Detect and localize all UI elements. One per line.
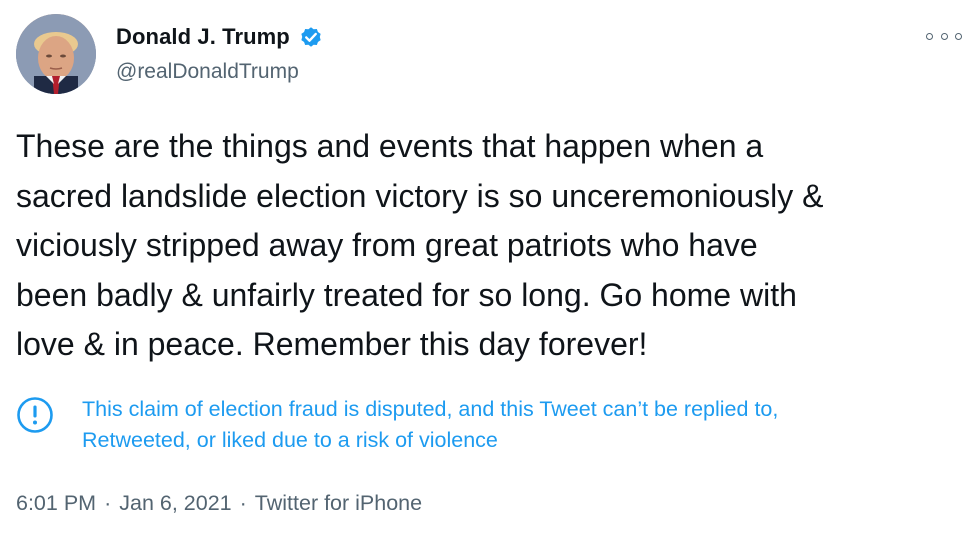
dot-icon [940,32,948,40]
disputed-claim-notice[interactable]: This claim of election fraud is disputed… [16,394,956,456]
user-avatar[interactable] [16,14,96,94]
user-name-row: Donald J. Trump [116,24,324,50]
notice-line-1: This claim of election fraud is disputed… [82,397,779,421]
dot-icon [955,32,962,40]
notice-line-2: Retweeted, or liked due to a risk of vio… [82,428,498,452]
meta-separator: · [104,491,112,515]
user-handle[interactable]: @realDonaldTrump [116,60,299,84]
avatar-image [16,14,96,94]
dot-icon [926,32,933,40]
tweet-text: These are the things and events that hap… [16,128,824,362]
display-name[interactable]: Donald J. Trump [116,24,290,50]
meta-separator: · [239,491,247,515]
tweet-date[interactable]: Jan 6, 2021 [119,491,231,516]
notice-text[interactable]: This claim of election fraud is disputed… [82,394,942,456]
tweet-card: Donald J. Trump @realDonaldTrump These a… [0,0,980,545]
tweet-time[interactable]: 6:01 PM [16,491,96,516]
verified-badge-icon [298,24,324,50]
exclamation-circle-icon [16,396,54,434]
tweet-source[interactable]: Twitter for iPhone [255,491,422,516]
more-options-icon[interactable] [926,28,962,44]
tweet-metadata: 6:01 PM · Jan 6, 2021 · Twitter for iPhone [16,491,422,516]
